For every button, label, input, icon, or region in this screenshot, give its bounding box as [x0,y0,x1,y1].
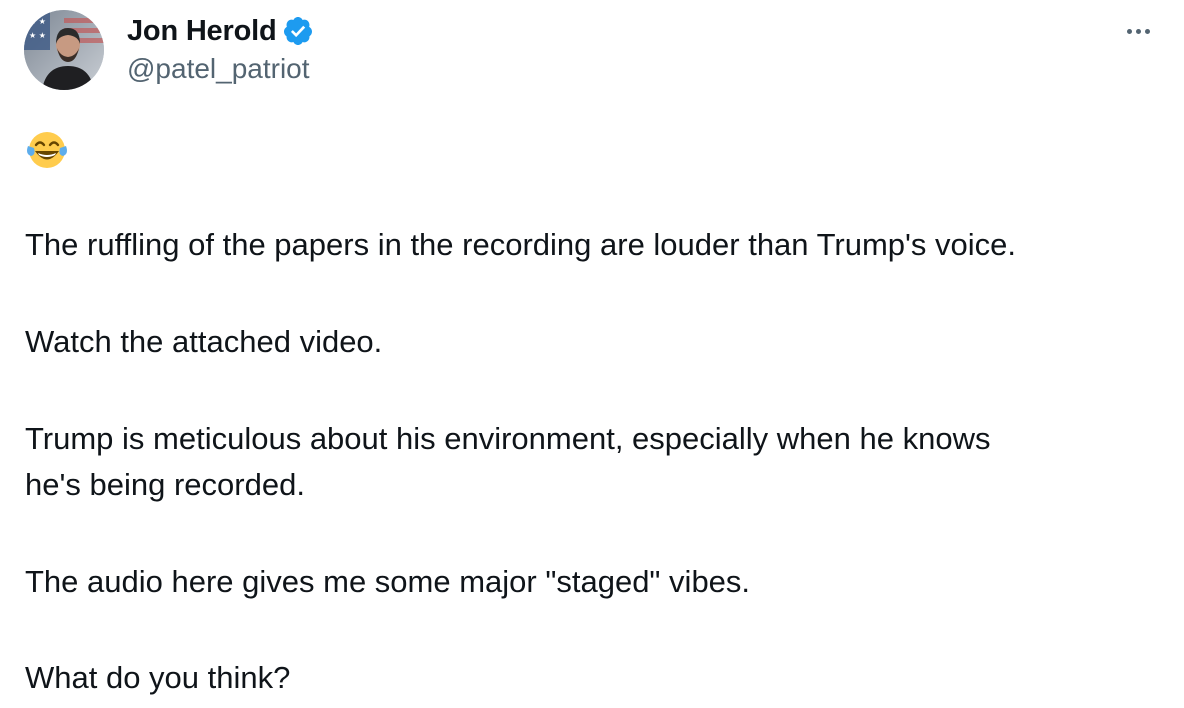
svg-text:★ ★: ★ ★ [29,17,46,26]
tweet-text-line-5: The audio here gives me some major "stag… [25,564,751,599]
author-handle[interactable]: @patel_patriot [127,53,310,85]
avatar-image: ★ ★ ★ ★ [24,10,104,90]
author-name-row: Jon Herold [127,13,314,49]
more-dot [1126,28,1132,34]
author-display-name[interactable]: Jon Herold [127,15,277,48]
more-dot [1135,28,1141,34]
tweet-text-line-4: he's being recorded. [25,467,305,502]
tweet-text-line-2: Watch the attached video. [25,324,383,359]
svg-text:★ ★: ★ ★ [29,31,46,40]
tweet-text-line-6: What do you think? [25,660,291,695]
verified-badge-icon[interactable] [282,15,314,47]
tweet-card: ★ ★ ★ ★ Jon Herold @patel_patriot The ru… [0,0,1184,708]
more-dot [1144,28,1150,34]
tweet-text-line-3: Trump is meticulous about his environmen… [25,421,991,456]
avatar[interactable]: ★ ★ ★ ★ [24,10,104,90]
face-with-tears-of-joy-emoji [25,128,69,172]
more-horizontal-icon[interactable] [1118,16,1158,46]
tweet-text-line-1: The ruffling of the papers in the record… [25,227,1017,262]
